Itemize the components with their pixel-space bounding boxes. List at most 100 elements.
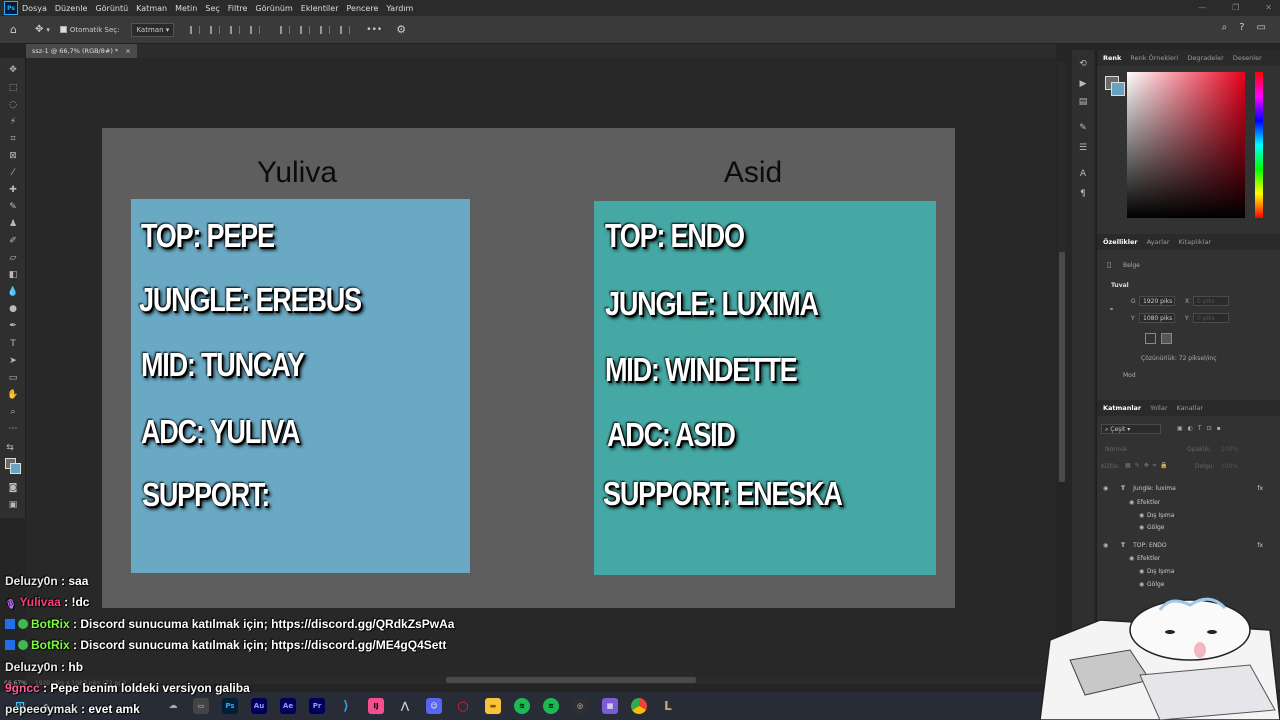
- more-tools-icon[interactable]: ⋯: [7, 423, 19, 435]
- tab-yollar[interactable]: Yollar: [1150, 404, 1167, 412]
- paragraph-panel-icon[interactable]: ¶: [1077, 188, 1089, 200]
- actions-panel-icon[interactable]: ▶: [1077, 78, 1089, 90]
- stamp-tool-icon[interactable]: ♟: [7, 218, 19, 230]
- chevron-down-icon[interactable]: ▾: [46, 26, 50, 34]
- effect-eye-icon[interactable]: ◉: [1139, 581, 1147, 588]
- move-tool-icon[interactable]: ✥: [7, 64, 19, 76]
- search-icon[interactable]: ⌕: [1222, 22, 1228, 33]
- document-tab-close-icon[interactable]: ×: [125, 47, 130, 55]
- color-picker-field[interactable]: [1127, 72, 1245, 218]
- visibility-eye-icon[interactable]: ◉: [1103, 485, 1111, 492]
- tab-ayarlar[interactable]: Ayarlar: [1147, 238, 1170, 246]
- layer-filter-dropdown[interactable]: ⌕ Çeşit ▾: [1101, 424, 1161, 434]
- chrome-icon[interactable]: [631, 698, 647, 714]
- orientation-portrait-icon[interactable]: [1145, 333, 1156, 344]
- adjustments-panel-icon[interactable]: ☰: [1077, 142, 1089, 154]
- menu-item-katman[interactable]: Katman: [136, 4, 167, 13]
- align-top-icon[interactable]: [280, 25, 291, 34]
- menu-item-metin[interactable]: Metin: [175, 4, 197, 13]
- layer-filter-icons[interactable]: ▣◐T⊡▪: [1177, 425, 1226, 432]
- align-right-icon[interactable]: [230, 25, 241, 34]
- vertical-scroll-thumb[interactable]: [1059, 252, 1065, 482]
- layer-effect-row[interactable]: ◉ Gölge: [1097, 577, 1280, 591]
- maximize-button[interactable]: ❐: [1232, 0, 1239, 16]
- workspace-icon[interactable]: ▭: [1257, 22, 1266, 33]
- effect-eye-icon[interactable]: ◉: [1139, 512, 1147, 519]
- menu-item-pencere[interactable]: Pencere: [347, 4, 379, 13]
- history-panel-icon[interactable]: ⟲: [1077, 58, 1089, 70]
- gear-icon[interactable]: ⚙: [396, 23, 406, 36]
- panel-background-swatch[interactable]: [1111, 82, 1125, 96]
- align-left-icon[interactable]: [190, 25, 201, 34]
- move-tool-icon[interactable]: ✥: [35, 24, 43, 35]
- distribute-icon[interactable]: [340, 25, 351, 34]
- opacity-value[interactable]: 100%: [1221, 446, 1238, 453]
- horizontal-scroll-thumb[interactable]: [446, 677, 696, 683]
- spotify-icon[interactable]: ≋: [514, 698, 530, 714]
- effects-eye-icon[interactable]: ◉: [1129, 499, 1137, 506]
- vertical-scrollbar[interactable]: [1058, 62, 1066, 482]
- photoshop-logo-icon[interactable]: Ps: [4, 1, 18, 15]
- tab-kanallar[interactable]: Kanallar: [1177, 404, 1204, 412]
- obs-icon[interactable]: ◎: [572, 698, 588, 714]
- menu-item-eklentiler[interactable]: Eklentiler: [301, 4, 339, 13]
- close-window-button[interactable]: ✕: [1265, 0, 1272, 16]
- screen-mode-icon[interactable]: ▣: [7, 499, 19, 511]
- tab-renk[interactable]: Renk: [1103, 54, 1121, 62]
- menu-item-dosya[interactable]: Dosya: [22, 4, 47, 13]
- orientation-landscape-icon[interactable]: [1161, 333, 1172, 344]
- canvas-width-input[interactable]: 1920 piks: [1139, 296, 1175, 306]
- lasso-tool-icon[interactable]: ◌: [7, 99, 19, 111]
- visibility-eye-icon[interactable]: ◉: [1103, 542, 1111, 549]
- media-icon[interactable]: ▦: [602, 698, 618, 714]
- background-color-swatch[interactable]: [10, 463, 21, 474]
- home-icon[interactable]: ⌂: [10, 23, 17, 36]
- document-canvas[interactable]: Yuliva Asid TOP: PEPE JUNGLE: EREBUS MID…: [102, 128, 955, 608]
- auto-select-checkbox[interactable]: [59, 26, 67, 33]
- blur-tool-icon[interactable]: 💧: [7, 286, 19, 298]
- tab-renk-ornekleri[interactable]: Renk Örnekleri: [1130, 54, 1178, 62]
- tab-katmanlar[interactable]: Katmanlar: [1103, 404, 1141, 412]
- more-options-button[interactable]: •••: [366, 25, 382, 35]
- align-bottom-icon[interactable]: [320, 25, 331, 34]
- effect-eye-icon[interactable]: ◉: [1139, 524, 1147, 531]
- fx-icon[interactable]: fx: [1257, 542, 1263, 549]
- character-panel-icon[interactable]: A: [1077, 168, 1089, 180]
- tab-degradeler[interactable]: Degradeler: [1187, 54, 1223, 62]
- canvas-y-input[interactable]: 0 piks: [1193, 313, 1229, 323]
- type-tool-icon[interactable]: T: [7, 338, 19, 350]
- path-select-tool-icon[interactable]: ➤: [7, 355, 19, 367]
- layer-effects-row[interactable]: ◉ Efektler: [1097, 551, 1280, 565]
- frame-tool-icon[interactable]: ⊠: [7, 150, 19, 162]
- effects-eye-icon[interactable]: ◉: [1129, 555, 1137, 562]
- help-icon[interactable]: ?: [1239, 22, 1244, 33]
- hue-slider[interactable]: [1255, 72, 1263, 218]
- tab-kitapliklar[interactable]: Kitaplıklar: [1179, 238, 1212, 246]
- quick-mask-icon[interactable]: ◙: [7, 482, 19, 494]
- align-justify-icon[interactable]: [250, 25, 261, 34]
- brush-tool-icon[interactable]: ✎: [7, 201, 19, 213]
- eyedropper-tool-icon[interactable]: ⁄: [7, 167, 19, 179]
- effect-eye-icon[interactable]: ◉: [1139, 568, 1147, 575]
- tab-desenler[interactable]: Desenler: [1233, 54, 1262, 62]
- auto-select-dropdown[interactable]: Katman ▾: [131, 22, 175, 37]
- fx-icon[interactable]: fx: [1257, 485, 1263, 492]
- hand-tool-icon[interactable]: ✋: [7, 389, 19, 401]
- healing-tool-icon[interactable]: ✚: [7, 184, 19, 196]
- history-brush-tool-icon[interactable]: ✐: [7, 235, 19, 247]
- dodge-tool-icon[interactable]: ●: [7, 303, 19, 315]
- menu-item-yardim[interactable]: Yardım: [386, 4, 413, 13]
- swap-colors-icon[interactable]: ⇆: [4, 442, 16, 454]
- layer-effect-row[interactable]: ◉ Dış Işıma: [1097, 564, 1280, 578]
- zoom-tool-icon[interactable]: ⌕: [7, 406, 19, 418]
- menu-item-sec[interactable]: Seç: [205, 4, 219, 13]
- layer-row[interactable]: ◉ T TOP: ENDO fx: [1097, 538, 1280, 552]
- fill-value[interactable]: 100%: [1221, 463, 1238, 470]
- layer-effects-row[interactable]: ◉ Efektler: [1097, 495, 1280, 509]
- document-tab[interactable]: ssz-1 @ 66,7% (RGB/8#) * ×: [26, 44, 137, 58]
- marquee-tool-icon[interactable]: ⬚: [7, 82, 19, 94]
- minimize-button[interactable]: —: [1198, 0, 1206, 16]
- crop-tool-icon[interactable]: ⌗: [7, 133, 19, 145]
- tab-ozellikler[interactable]: Özellikler: [1103, 238, 1138, 246]
- link-icon[interactable]: ⚭: [1109, 306, 1114, 313]
